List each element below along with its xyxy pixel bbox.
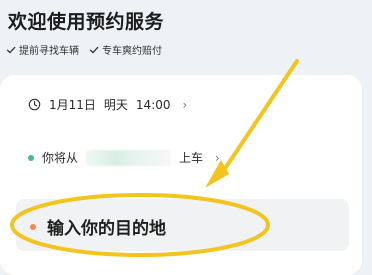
- page-title: 欢迎使用预约服务: [8, 11, 165, 33]
- feature-item-find-vehicle: 提前寻找车辆: [6, 42, 79, 57]
- pickup-address-redacted: [86, 149, 172, 166]
- pickup-location-selector[interactable]: 你将从 上车 ›: [28, 149, 220, 166]
- clock-icon: [28, 98, 41, 111]
- feature-label: 提前寻找车辆: [19, 46, 79, 57]
- destination-dot-icon: [30, 223, 36, 230]
- departure-time-selector[interactable]: 1月11日 明天 14:00 ›: [28, 96, 187, 113]
- destination-input[interactable]: 输入你的目的地: [30, 214, 166, 239]
- feature-list: 提前寻找车辆 专车爽约赔付: [6, 42, 162, 57]
- check-icon: [89, 46, 99, 53]
- chevron-right-icon: ›: [182, 97, 188, 112]
- departure-day: 明天: [103, 98, 128, 112]
- departure-date: 1月11日: [49, 98, 96, 112]
- header: 欢迎使用预约服务 提前寻找车辆 专车爽约赔付: [0, 0, 372, 72]
- feature-item-compensation: 专车爽约赔付: [89, 42, 162, 57]
- destination-placeholder: 输入你的目的地: [47, 219, 166, 239]
- check-icon: [6, 46, 16, 53]
- pickup-dot-icon: [28, 154, 34, 161]
- chevron-right-icon: ›: [215, 150, 220, 165]
- departure-clock: 14:00: [135, 97, 171, 112]
- feature-label: 专车爽约赔付: [102, 46, 162, 57]
- pickup-prefix: 你将从: [42, 151, 79, 165]
- pickup-suffix: 上车: [179, 151, 204, 165]
